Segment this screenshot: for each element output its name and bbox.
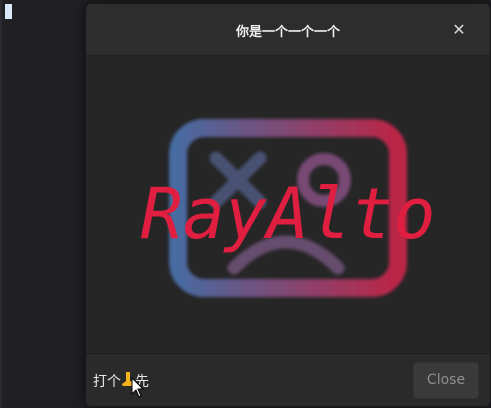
mouse-pointer-icon: [131, 377, 145, 398]
dialog-title: 你是一个一个一个: [235, 25, 340, 40]
dialog-footer: 打个 先 Close: [86, 353, 490, 406]
logo-image: RayAlto: [140, 119, 436, 297]
dialog-body: RayAlto: [86, 56, 490, 353]
dialog-header: 你是一个一个一个 ✕: [86, 4, 490, 56]
close-button[interactable]: Close: [413, 362, 479, 399]
close-icon[interactable]: ✕: [448, 19, 470, 41]
logo-text: RayAlto: [140, 173, 435, 255]
about-dialog: 你是一个一个一个 ✕ RayAlto 打个 先 Close: [85, 3, 491, 407]
footer-text-prefix: 打个: [93, 374, 121, 390]
text-cursor: [5, 4, 12, 19]
editor-gutter: [0, 0, 2, 408]
